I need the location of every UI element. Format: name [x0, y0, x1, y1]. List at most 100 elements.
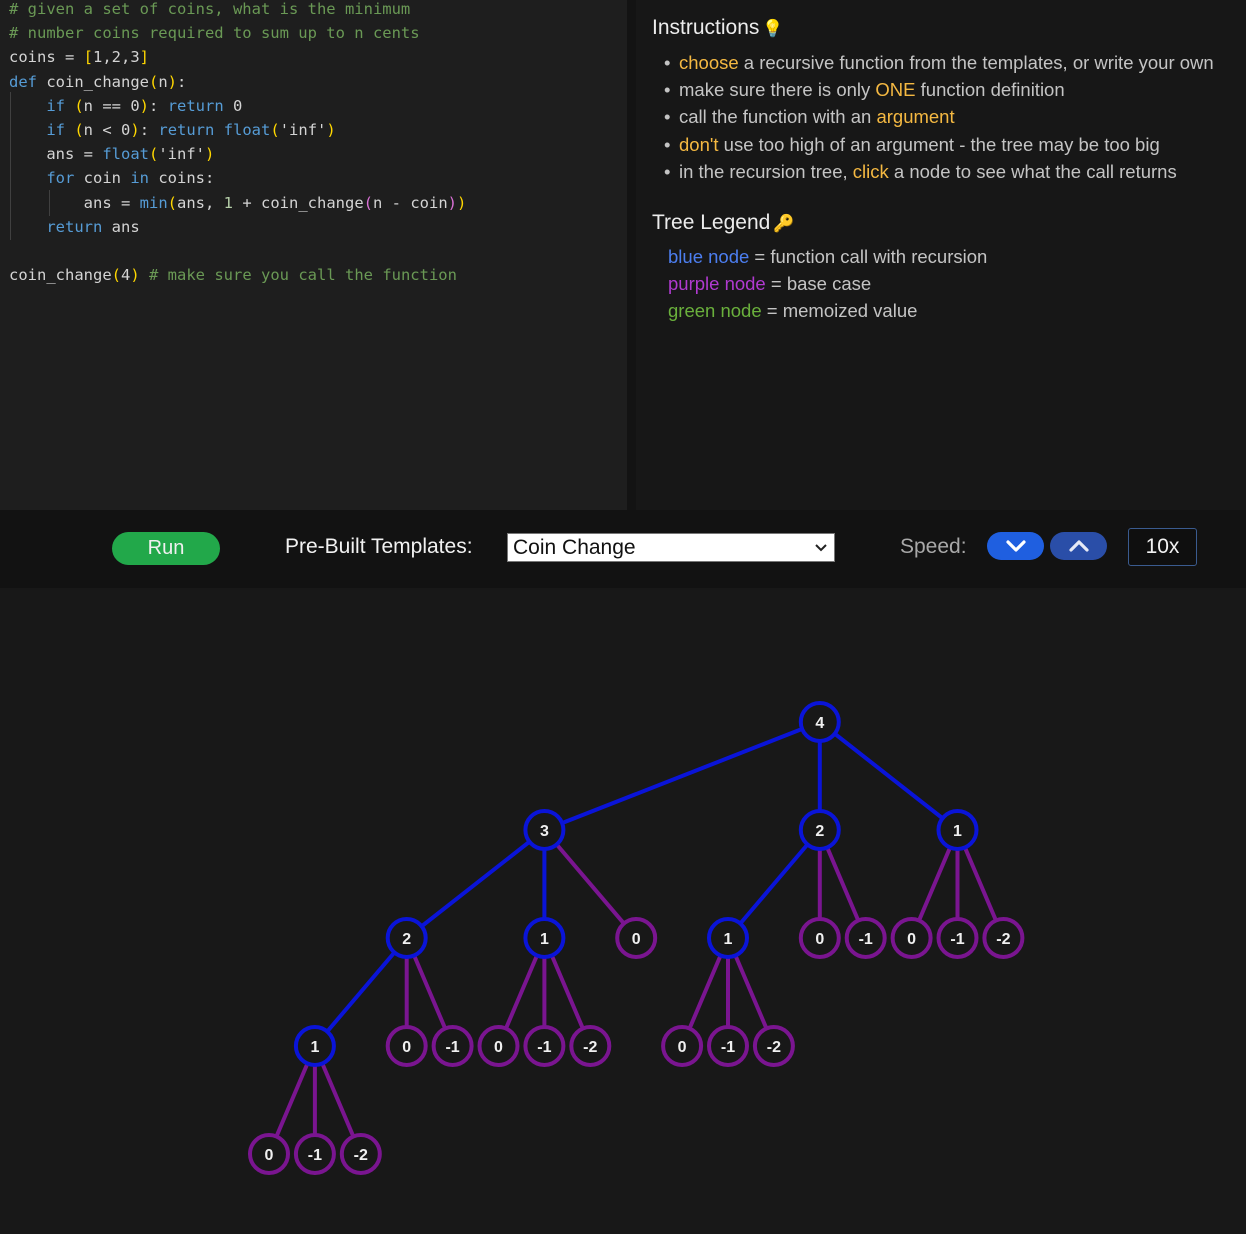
code-line[interactable]: coins = [1,2,3] [9, 45, 149, 69]
tree-node-recursive[interactable]: 1 [936, 809, 979, 851]
panel-divider[interactable] [627, 0, 636, 510]
code-token: # number coins required to sum up to n c… [9, 24, 420, 43]
node-label: 1 [953, 823, 962, 840]
tree-node-base[interactable]: -2 [339, 1133, 382, 1175]
tree-node-recursive[interactable]: 1 [707, 917, 749, 959]
instruction-highlight: don't [679, 133, 719, 155]
code-token: float [223, 121, 271, 139]
run-button[interactable]: Run [112, 532, 220, 565]
instruction-text: in the recursion tree, [679, 160, 853, 182]
code-token: : [139, 121, 159, 139]
code-token: ) [457, 193, 467, 212]
code-line[interactable]: if (n == 0): return 0 [9, 94, 242, 118]
instruction-text: a node to see what the call returns [888, 160, 1177, 182]
instructions-title-text: Instructions [652, 16, 760, 39]
code-line[interactable]: coin_change(4) # make sure you call the … [9, 263, 457, 287]
code-token: coin_change [9, 266, 112, 285]
code-token: + coin_change [233, 193, 364, 212]
code-line[interactable]: if (n < 0): return float('inf') [9, 118, 336, 142]
code-token: ] [139, 48, 150, 67]
tree-node-recursive[interactable]: 2 [798, 809, 841, 851]
tree-node-base[interactable]: 0 [798, 917, 841, 959]
legend-item-green: green node = memoized value [668, 300, 917, 322]
node-label: 2 [402, 931, 411, 948]
code-token: ) [326, 121, 336, 139]
instruction-item: • call the function with an argument [664, 106, 955, 128]
instruction-item: • don't use too high of an argument - the… [664, 134, 1160, 156]
code-line[interactable]: ans = float('inf') [9, 142, 214, 166]
speed-increase-button[interactable] [1050, 532, 1107, 560]
code-token: n == 0 [83, 96, 140, 115]
legend-key: green node [668, 300, 762, 321]
bullet-icon: • [664, 79, 671, 101]
speed-decrease-button[interactable] [987, 532, 1044, 560]
tree-node-base[interactable]: -1 [844, 917, 887, 959]
node-label: 0 [402, 1039, 411, 1056]
code-token: coin [83, 169, 131, 188]
lightbulb-icon: 💡 [762, 19, 784, 38]
key-icon: 🔑 [773, 214, 795, 233]
tree-node-base[interactable]: -1 [431, 1025, 474, 1067]
node-label: 0 [907, 931, 916, 948]
code-line[interactable]: def coin_change(n): [9, 70, 186, 94]
tree-node-base[interactable]: 0 [890, 917, 933, 959]
instruction-text: a recursive function from the templates,… [738, 52, 1214, 73]
code-token: ) [130, 266, 140, 285]
code-token: 1 [223, 193, 234, 212]
code-line[interactable]: return ans [9, 215, 139, 239]
templates-label: Pre-Built Templates: [285, 535, 473, 558]
instruction-item: • in the recursion tree, click a node to … [664, 161, 1177, 183]
instruction-item: • make sure there is only ONE function de… [664, 79, 1065, 101]
node-label: -2 [767, 1039, 781, 1056]
instruction-highlight: ONE [875, 79, 916, 101]
node-label: -2 [354, 1147, 368, 1164]
chevron-up-icon [1068, 540, 1089, 552]
code-token: : [177, 72, 187, 91]
instruction-text: make sure there is only [679, 79, 876, 101]
tree-node-base[interactable]: -1 [936, 917, 979, 959]
tree-node-base[interactable]: 0 [248, 1133, 290, 1175]
tree-node-base[interactable]: -2 [982, 917, 1025, 959]
tree-node-base[interactable]: 0 [615, 917, 658, 959]
code-token: ( [148, 72, 159, 91]
code-token: ) [205, 145, 215, 164]
tree-node-base[interactable]: 0 [385, 1025, 428, 1067]
code-line[interactable]: ans = min(ans, 1 + coin_change(n - coin)… [9, 191, 467, 215]
code-token: ) [130, 121, 140, 139]
code-token: return [167, 96, 234, 115]
code-line[interactable]: for coin in coins: [9, 166, 214, 190]
tree-node-recursive[interactable]: 4 [798, 701, 841, 743]
code-token: n [158, 72, 168, 91]
tree-node-recursive[interactable]: 2 [385, 917, 428, 959]
code-token: ans, [177, 193, 224, 212]
tree-node-base[interactable]: -2 [752, 1025, 795, 1067]
tree-edge [818, 720, 959, 832]
legend-item-purple: purple node = base case [668, 273, 871, 295]
tree-node-base[interactable]: -1 [707, 1025, 749, 1067]
tree-node-base[interactable]: 0 [477, 1025, 520, 1067]
code-line[interactable]: # number coins required to sum up to n c… [9, 21, 420, 45]
template-select[interactable]: Coin Change [507, 533, 835, 562]
tree-node-recursive[interactable]: 3 [523, 809, 566, 851]
tree-node-base[interactable]: -1 [523, 1025, 566, 1067]
code-token: 0 [233, 96, 243, 115]
tree-edge [313, 936, 409, 1048]
template-selected-value: Coin Change [513, 536, 636, 559]
node-label: 4 [815, 715, 824, 732]
legend-item-blue: blue node = function call with recursion [668, 246, 987, 268]
tree-node-base[interactable]: -1 [293, 1133, 336, 1175]
code-editor[interactable]: # given a set of coins, what is the mini… [0, 0, 627, 510]
tree-node-recursive[interactable]: 1 [293, 1025, 336, 1067]
tree-node-recursive[interactable]: 1 [523, 917, 566, 959]
bullet-icon: • [664, 52, 671, 73]
node-label: -1 [859, 931, 873, 948]
code-line[interactable]: # given a set of coins, what is the mini… [9, 0, 410, 21]
tree-node-base[interactable]: -2 [569, 1025, 612, 1067]
tree-node-base[interactable]: 0 [661, 1025, 704, 1067]
legend-description: = function call with recursion [749, 246, 988, 267]
tree-edge [726, 828, 822, 940]
